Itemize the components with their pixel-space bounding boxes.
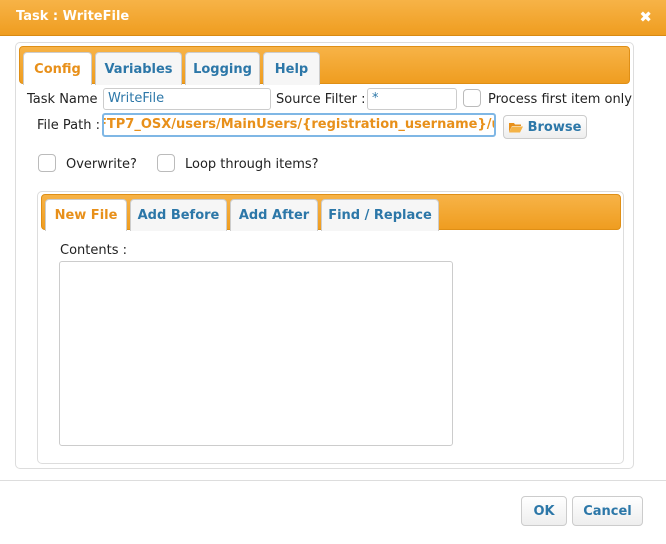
tab-add-after[interactable]: Add After [230, 199, 318, 231]
file-path-input[interactable]: FTP7_OSX/users/MainUsers/{registration_u… [102, 113, 496, 137]
tab-help[interactable]: Help [263, 52, 320, 85]
config-panel: Config Variables Logging Help Task Name … [15, 42, 634, 469]
folder-open-icon [508, 122, 523, 133]
browse-button[interactable]: Browse [503, 115, 587, 139]
browse-label: Browse [527, 119, 582, 135]
overwrite-checkbox[interactable] [38, 154, 56, 172]
tab-find-replace[interactable]: Find / Replace [321, 199, 439, 231]
ok-button[interactable]: OK [521, 496, 567, 526]
tab-logging[interactable]: Logging [185, 52, 260, 85]
close-icon[interactable]: ✖ [639, 9, 652, 25]
task-dialog: Task : WriteFile ✖ Config Variables Logg… [0, 0, 666, 544]
task-name-label: Task Name : [27, 92, 107, 107]
loop-checkbox[interactable] [157, 154, 175, 172]
overwrite-label: Overwrite? [66, 157, 137, 172]
title-bar[interactable]: Task : WriteFile ✖ [0, 0, 666, 36]
tab-add-before[interactable]: Add Before [130, 199, 227, 231]
inner-tab-bar: New File Add Before Add After Find / Rep… [41, 194, 621, 231]
cancel-button[interactable]: Cancel [572, 496, 643, 526]
tab-bar: Config Variables Logging Help [19, 46, 630, 85]
tab-variables[interactable]: Variables [95, 52, 182, 85]
contents-textarea[interactable] [59, 261, 453, 446]
process-first-label: Process first item only [488, 92, 632, 107]
source-filter-label: Source Filter : [276, 92, 366, 107]
task-name-input[interactable]: WriteFile [103, 88, 271, 110]
dialog-title: Task : WriteFile [16, 9, 130, 24]
source-filter-input[interactable]: * [367, 88, 457, 110]
process-first-checkbox[interactable] [463, 89, 481, 107]
loop-label: Loop through items? [185, 157, 319, 172]
file-path-value: FTP7_OSX/users/MainUsers/{registration_u… [102, 117, 494, 132]
footer-divider [0, 480, 666, 481]
file-path-label: File Path : [37, 118, 100, 133]
tab-new-file[interactable]: New File [45, 199, 127, 231]
contents-label: Contents : [60, 243, 127, 258]
tab-config[interactable]: Config [23, 52, 92, 85]
